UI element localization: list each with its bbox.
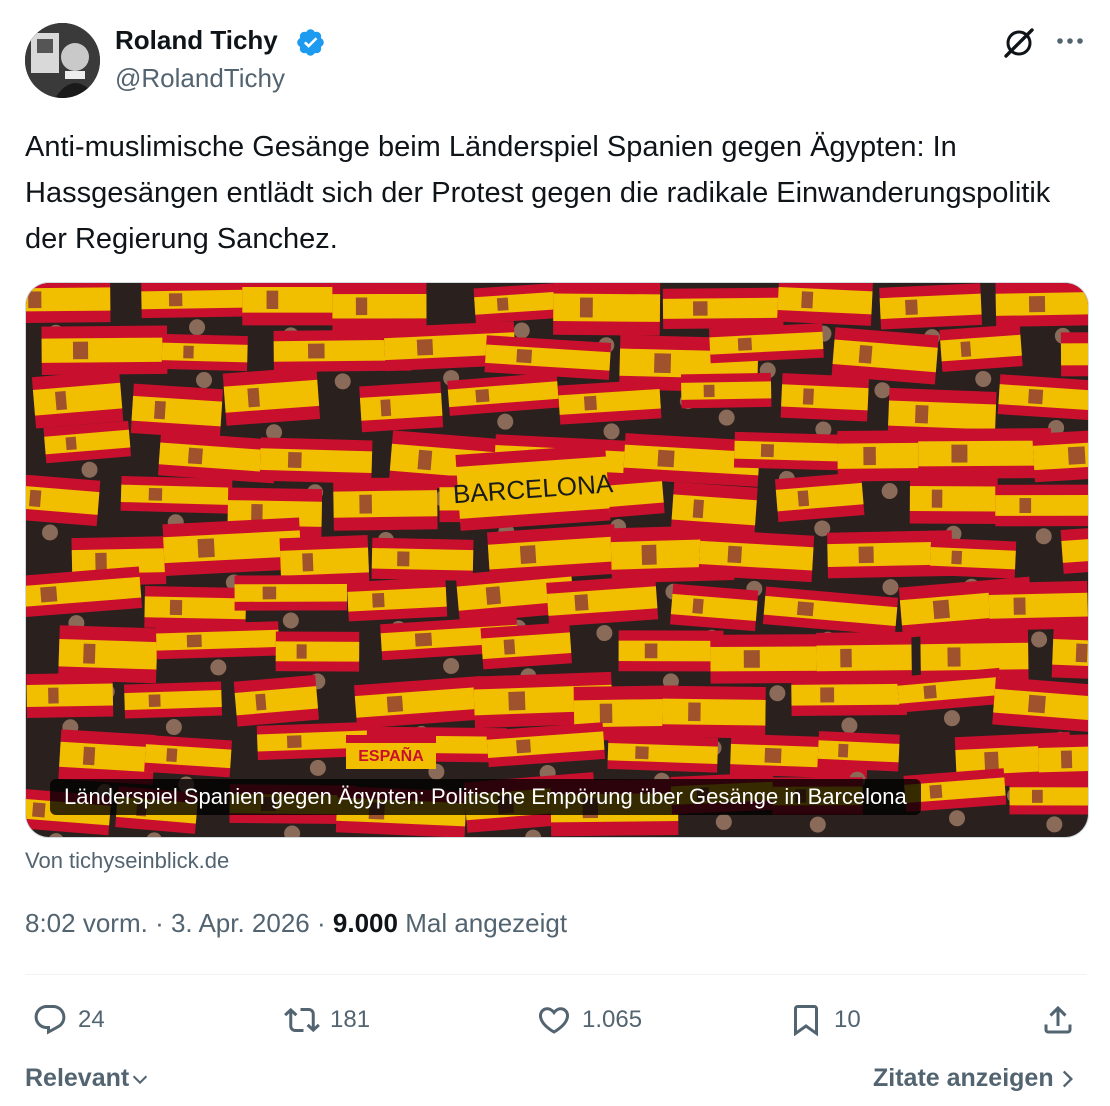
svg-text:ESPAÑA: ESPAÑA	[358, 745, 424, 765]
link-card[interactable]: BARCELONA ESPAÑA Länderspiel Spanien geg…	[25, 282, 1089, 838]
chevron-down-icon	[133, 1075, 148, 1084]
quotes-label: Zitate anzeigen	[873, 1064, 1054, 1092]
heart-icon	[538, 1007, 570, 1034]
meta-separator: ·	[155, 908, 164, 938]
author-name[interactable]: Roland Tichy	[115, 25, 278, 56]
share-button[interactable]	[1040, 998, 1076, 1042]
reply-sort-dropdown[interactable]: Relevant	[25, 1064, 151, 1093]
view-count-label: Mal angezeigt	[405, 908, 568, 938]
repost-button[interactable]: 181	[284, 998, 370, 1042]
bookmark-icon	[794, 1005, 818, 1037]
grok-icon[interactable]	[1000, 24, 1038, 62]
reply-button[interactable]: 24	[32, 998, 105, 1042]
repost-icon	[284, 1007, 320, 1033]
like-count: 1.065	[582, 1006, 643, 1033]
bookmark-button[interactable]: 10	[788, 998, 861, 1042]
meta-separator: ·	[317, 908, 326, 938]
repost-count: 181	[330, 1006, 371, 1033]
view-quotes-link[interactable]: Zitate anzeigen	[873, 1064, 1080, 1093]
sort-label: Relevant	[25, 1064, 130, 1092]
more-icon[interactable]	[1052, 26, 1088, 56]
verified-badge-icon	[297, 29, 324, 56]
tweet-meta: 8:02 vorm. · 3. Apr. 2026 · 9.000 Mal an…	[25, 908, 567, 939]
share-icon	[1044, 1005, 1072, 1034]
divider	[25, 974, 1087, 975]
avatar[interactable]	[25, 23, 100, 98]
author-handle[interactable]: @RolandTichy	[115, 63, 285, 94]
tweet-text: Anti-muslimische Gesänge beim Länderspie…	[25, 131, 1051, 255]
card-image: BARCELONA ESPAÑA	[26, 283, 1088, 837]
source-link[interactable]: Von tichyseinblick.de	[25, 848, 229, 874]
view-count: 9.000	[332, 908, 398, 938]
like-button[interactable]: 1.065	[536, 998, 642, 1042]
card-caption: Länderspiel Spanien gegen Ägypten: Polit…	[50, 779, 921, 815]
bookmark-count: 10	[834, 1006, 861, 1033]
tweet-date[interactable]: 3. Apr. 2026	[171, 908, 310, 938]
reply-icon	[34, 1005, 66, 1035]
tweet-time[interactable]: 8:02 vorm.	[25, 908, 148, 938]
chevron-right-icon	[1062, 1070, 1073, 1087]
reply-count: 24	[78, 1006, 105, 1033]
